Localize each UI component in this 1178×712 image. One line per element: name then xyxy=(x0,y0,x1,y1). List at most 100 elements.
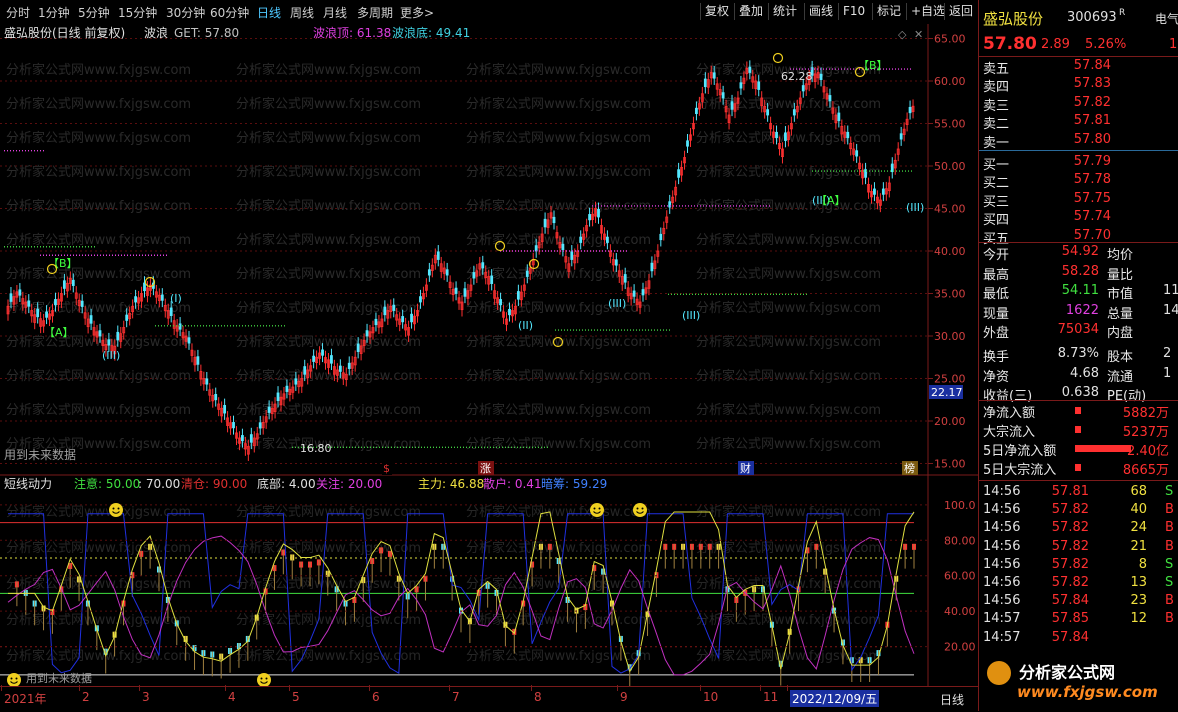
period-tab-0[interactable]: 分时 xyxy=(6,4,30,21)
time-tick: 5 xyxy=(292,690,300,704)
watermark-text: 分析家公式网www.fxjgsw.com xyxy=(466,164,651,180)
period-tab-5[interactable]: 60分钟 xyxy=(210,4,249,21)
time-tick: 4 xyxy=(228,690,236,704)
badge-zhang[interactable]: 涨 xyxy=(480,462,491,475)
watermark-text: 分析家公式网www.fxjgsw.com xyxy=(696,402,881,418)
stat-v2: 14 xyxy=(1163,302,1178,318)
stat-l1: 最低 xyxy=(983,287,1010,303)
watermark-text: 分析家公式网www.fxjgsw.com xyxy=(696,612,881,628)
order-label: 卖五 xyxy=(983,62,1010,77)
time-tick: 2022/12/09/五 xyxy=(790,690,880,707)
price-tick: 25.00 xyxy=(934,373,966,386)
period-tab-2[interactable]: 5分钟 xyxy=(78,4,110,21)
period-label[interactable]: 日线 xyxy=(940,691,964,708)
watermark-text: 分析家公式网www.fxjgsw.com xyxy=(696,368,881,384)
wave-mark: (III) xyxy=(608,297,626,310)
candle-body xyxy=(9,293,13,302)
price-change: 2.89 xyxy=(1041,37,1070,52)
sanhu-value: 散户: 0.41 xyxy=(483,476,542,491)
candle-body xyxy=(605,236,609,243)
toolbar-btn-1[interactable]: 叠加 xyxy=(734,3,767,20)
candle-body xyxy=(427,269,431,276)
period-tab-10[interactable]: 更多> xyxy=(400,4,434,21)
watermark-text: 分析家公式网www.fxjgsw.com xyxy=(236,504,421,520)
order-price: 57.84 xyxy=(1073,58,1111,73)
watermark-text: 分析家公式网www.fxjgsw.com xyxy=(236,164,421,180)
watermark-text: 分析家公式网www.fxjgsw.com xyxy=(466,612,651,628)
smile-icon xyxy=(109,503,123,517)
period-tab-3[interactable]: 15分钟 xyxy=(118,4,157,21)
tick-v: 24 xyxy=(1130,520,1147,536)
flow-label: 净流入额 xyxy=(983,406,1036,421)
candle-body xyxy=(623,274,627,283)
toolbar-btn-2[interactable]: 统计 xyxy=(768,3,801,20)
power-tick: 60.00 xyxy=(944,570,976,583)
stat-v1: 54.11 xyxy=(1061,283,1099,299)
wave-mark: (II) xyxy=(518,319,533,332)
close-icon[interactable]: ✕ xyxy=(914,28,923,41)
order-label: 卖一 xyxy=(983,135,1010,151)
candle-body xyxy=(472,272,476,279)
watermark-text: 分析家公式网www.fxjgsw.com xyxy=(466,96,651,112)
candle-body xyxy=(721,92,725,99)
watermark-text: 分析家公式网www.fxjgsw.com xyxy=(696,96,881,112)
period-tab-1[interactable]: 1分钟 xyxy=(38,4,70,21)
candle-body xyxy=(775,131,778,139)
badge-s[interactable]: $ xyxy=(383,462,390,475)
stat-v1: 8.73% xyxy=(1057,346,1099,361)
flow-label: 5日净流入额 xyxy=(983,444,1057,459)
stat-v1: 0.638 xyxy=(1061,385,1099,401)
period-tab-4[interactable]: 30分钟 xyxy=(166,4,205,21)
price-tick: 35.00 xyxy=(934,288,966,301)
period-tab-6[interactable]: 日线 xyxy=(257,4,281,21)
period-tab-9[interactable]: 多周期 xyxy=(357,4,393,21)
candle-body xyxy=(597,208,600,218)
watermark-text: 分析家公式网www.fxjgsw.com xyxy=(6,300,191,316)
toolbar-btn-7[interactable]: 返回 xyxy=(944,3,977,20)
sector-label: 电气 xyxy=(1155,12,1178,26)
stat-l1: 净资 xyxy=(983,369,1010,385)
price-chart[interactable]: 分析家公式网www.fxjgsw.com 分析家公式网www.fxjgsw.com… xyxy=(0,24,978,476)
candle-body xyxy=(27,300,31,307)
candle-body xyxy=(187,337,191,344)
wave-mark: (III) xyxy=(102,349,120,362)
watermark-text: 分析家公式网www.fxjgsw.com xyxy=(236,540,421,556)
tick-v: 23 xyxy=(1130,593,1147,609)
candle-body xyxy=(54,299,57,306)
badge-cai[interactable]: 财 xyxy=(740,461,751,475)
toolbar-btn-3[interactable]: 画线 xyxy=(804,3,837,20)
tick-p: 57.81 xyxy=(1051,484,1089,499)
flow-bar xyxy=(1075,426,1081,433)
toolbar-btn-5[interactable]: 标记 xyxy=(872,3,905,20)
candle-body xyxy=(71,279,75,286)
toolbar-btn-4[interactable]: F10 xyxy=(838,3,869,20)
power-tick: 80.00 xyxy=(944,534,976,547)
period-tab-8[interactable]: 月线 xyxy=(323,4,347,21)
badge-bang[interactable]: 榜 xyxy=(904,461,915,475)
order-price: 57.81 xyxy=(1073,113,1111,129)
candle-body xyxy=(125,314,129,321)
order-label: 买二 xyxy=(983,176,1010,192)
candle-body xyxy=(169,307,173,317)
candle-body xyxy=(410,313,413,323)
wave-mark: (III) xyxy=(906,201,924,214)
order-price: 57.79 xyxy=(1073,154,1111,169)
period-tab-7[interactable]: 周线 xyxy=(290,4,314,21)
wave-mark: 【B】 xyxy=(858,59,888,72)
toolbar-btn-6[interactable]: +自选 xyxy=(906,3,949,20)
watermark-text: 分析家公式网www.fxjgsw.com xyxy=(6,232,191,248)
candle-body xyxy=(45,311,48,318)
candle-body xyxy=(766,109,770,116)
chart-title: 盛弘股份(日线 前复权) xyxy=(4,25,125,40)
candle-body xyxy=(303,366,307,375)
tick-p: 57.82 xyxy=(1051,575,1089,590)
diamond-icon[interactable]: ◇ xyxy=(898,28,907,41)
tick-row: 14:57 57.85 12 B xyxy=(979,611,1178,630)
candle-body xyxy=(561,243,565,250)
dibu-value: 底部: 4.00 xyxy=(257,476,316,491)
price-tick: 65.00 xyxy=(934,33,966,46)
tick-p: 57.82 xyxy=(1051,556,1089,572)
order-label: 卖三 xyxy=(983,98,1010,114)
short-power-chart[interactable]: 分析家公式网www.fxjgsw.com 分析家公式网www.fxjgsw.com… xyxy=(0,476,978,686)
toolbar-btn-0[interactable]: 复权 xyxy=(700,3,733,20)
